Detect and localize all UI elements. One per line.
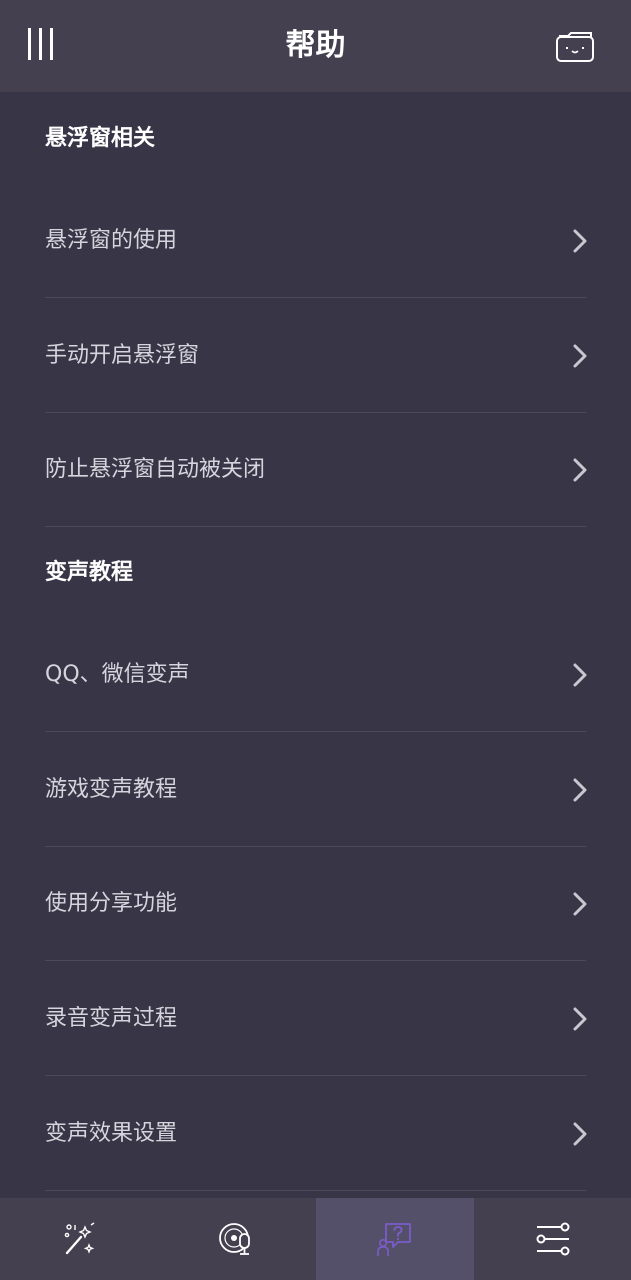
help-item-qq-wechat[interactable]: QQ、微信变声 <box>0 617 631 732</box>
chevron-right-icon <box>573 229 587 253</box>
chevron-right-icon <box>573 778 587 802</box>
help-chat-icon <box>377 1223 411 1256</box>
divider <box>45 526 586 527</box>
settings-sliders-icon <box>536 1222 570 1256</box>
help-item-label: 悬浮窗的使用 <box>45 228 178 253</box>
chevron-right-icon <box>573 1122 587 1146</box>
help-item-share[interactable]: 使用分享功能 <box>0 846 631 961</box>
help-item-label: 游戏变声教程 <box>45 777 178 802</box>
help-item-floating-window-usage[interactable]: 悬浮窗的使用 <box>0 183 631 298</box>
help-item-label: 防止悬浮窗自动被关闭 <box>45 457 266 482</box>
divider <box>45 1190 586 1191</box>
help-item-manual-open[interactable]: 手动开启悬浮窗 <box>0 298 631 413</box>
help-item-game[interactable]: 游戏变声教程 <box>0 732 631 847</box>
tab-magic[interactable] <box>0 1198 158 1280</box>
help-screen: 帮助 悬浮窗相关 悬浮窗的使用 手动开启悬浮窗 防止悬浮窗自动被关闭 变声教程 … <box>0 0 631 1280</box>
folder-face-icon <box>556 32 594 62</box>
page-title: 帮助 <box>285 28 346 63</box>
help-item-label: 使用分享功能 <box>45 891 178 916</box>
help-item-effect-settings[interactable]: 变声效果设置 <box>0 1076 631 1191</box>
help-item-label: QQ、微信变声 <box>45 662 190 687</box>
magic-wand-icon <box>64 1222 95 1255</box>
help-item-label: 手动开启悬浮窗 <box>45 343 200 368</box>
help-item-prevent-close[interactable]: 防止悬浮窗自动被关闭 <box>0 412 631 527</box>
help-item-recording[interactable]: 录音变声过程 <box>0 961 631 1076</box>
section-title-voice-tutorial: 变声教程 <box>45 560 134 585</box>
folder-button[interactable] <box>554 28 596 64</box>
tab-help[interactable] <box>316 1198 474 1280</box>
tab-record[interactable] <box>158 1198 316 1280</box>
tab-settings[interactable] <box>474 1198 631 1280</box>
chevron-right-icon <box>573 663 587 687</box>
chevron-right-icon <box>573 892 587 916</box>
bottom-nav <box>0 1198 631 1280</box>
menu-button[interactable] <box>24 26 58 64</box>
chevron-right-icon <box>573 344 587 368</box>
top-bar: 帮助 <box>0 0 631 92</box>
hamburger-icon <box>28 28 53 60</box>
help-item-label: 录音变声过程 <box>45 1006 178 1031</box>
section-title-floating-window: 悬浮窗相关 <box>45 126 156 151</box>
help-item-label: 变声效果设置 <box>45 1121 178 1146</box>
record-microphone-icon <box>219 1223 250 1255</box>
chevron-right-icon <box>573 458 587 482</box>
chevron-right-icon <box>573 1007 587 1031</box>
